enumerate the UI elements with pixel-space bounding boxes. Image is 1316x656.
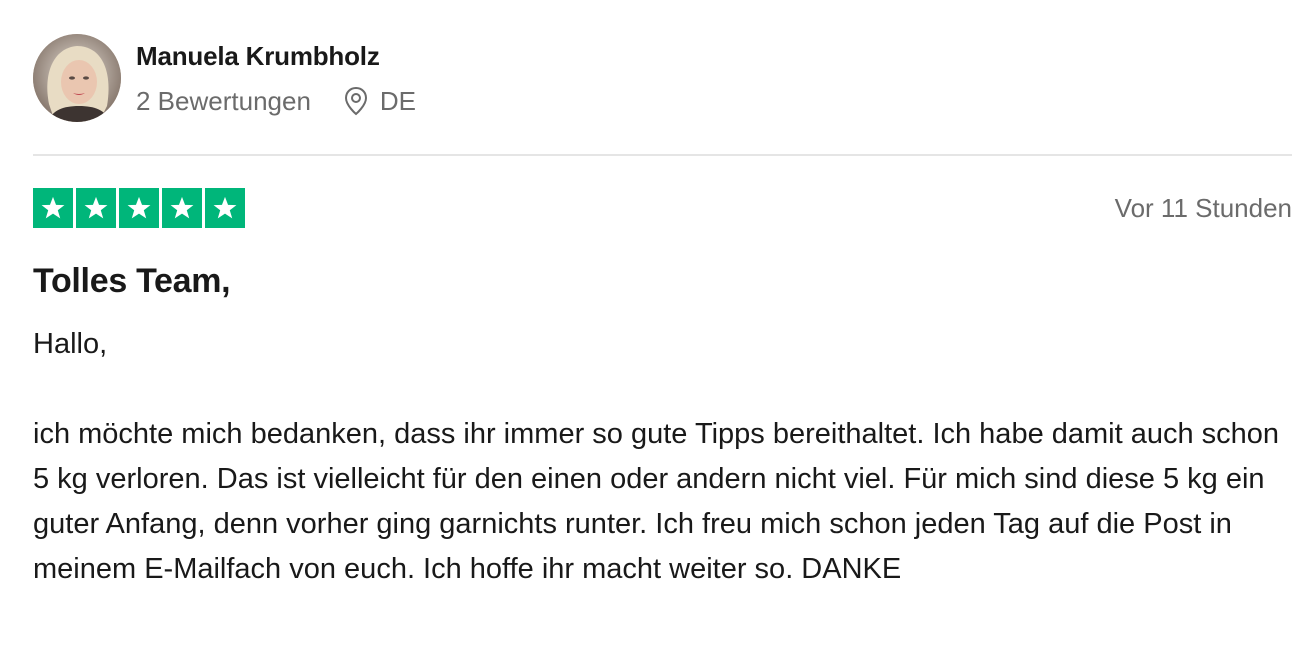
star-rating-box (205, 188, 245, 228)
review-text: ich möchte mich bedanken, dass ihr immer… (33, 418, 1280, 585)
author-country: DE (379, 85, 417, 116)
author-name[interactable]: Manuela Krumbholz (136, 41, 380, 72)
star-icon (127, 196, 151, 219)
avatar[interactable] (33, 34, 121, 122)
star-rating-box (76, 188, 116, 228)
author-location: DE (343, 86, 416, 117)
review-body: Hallo, ich möchte mich bedanken, dass ih… (33, 322, 1292, 592)
star-rating-box (162, 188, 202, 228)
review-card: Manuela Krumbholz 2 Bewertungen DE Vor 1… (33, 0, 1292, 656)
star-rating-box (119, 188, 159, 228)
review-author-header: Manuela Krumbholz 2 Bewertungen DE (33, 34, 1292, 124)
review-count: 2 Bewertungen (136, 85, 311, 116)
user-photo-icon (33, 34, 121, 122)
divider (33, 154, 1292, 156)
review-title[interactable]: Tolles Team, (33, 262, 231, 301)
star-icon (170, 196, 194, 219)
star-icon (84, 196, 108, 219)
location-pin-icon (343, 86, 369, 116)
star-icon (213, 196, 237, 219)
star-icon (41, 196, 65, 219)
review-date: Vor 11 Stunden (1114, 193, 1292, 223)
author-meta: 2 Bewertungen DE (136, 85, 416, 117)
star-rating (33, 188, 245, 228)
star-rating-box (33, 188, 73, 228)
review-greeting: Hallo, (33, 328, 108, 360)
